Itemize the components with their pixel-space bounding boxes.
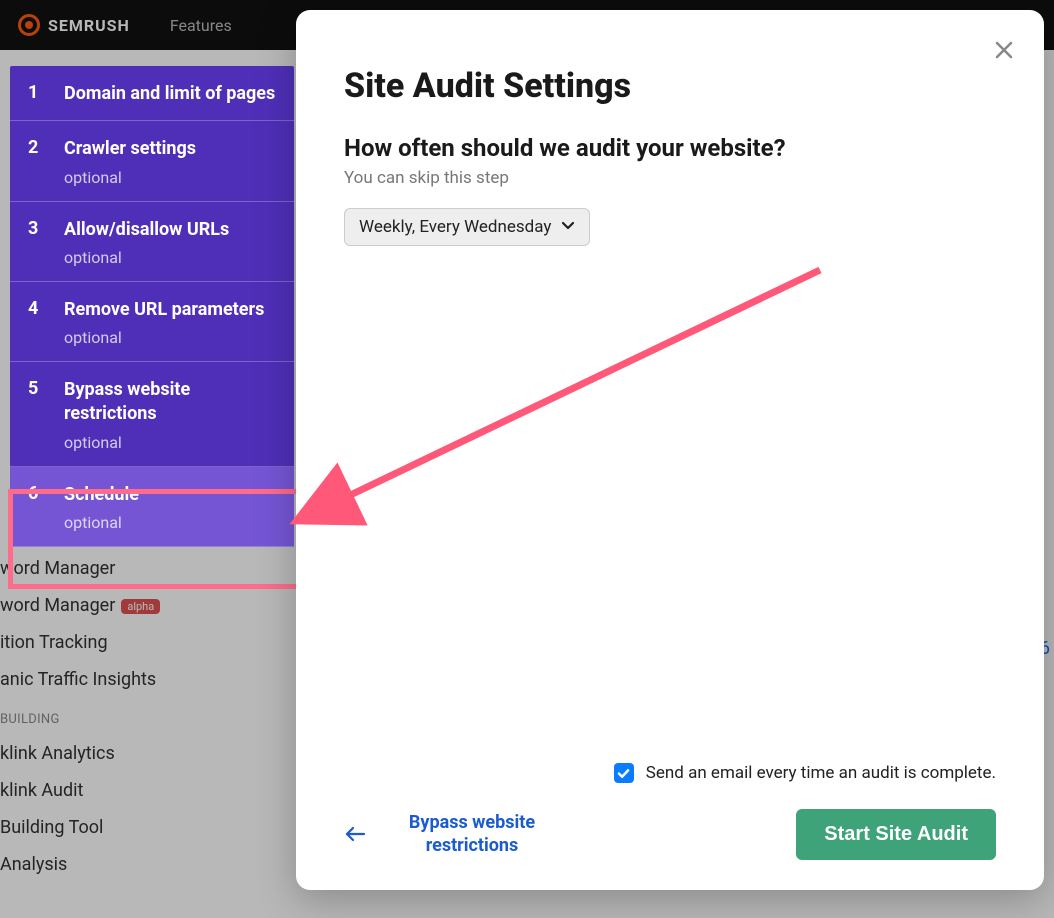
step-allow-disallow-urls[interactable]: 3 Allow/disallow URLs optional [10,202,294,282]
step-number: 5 [28,378,42,452]
step-title: Bypass website restrictions [64,378,276,427]
check-icon [617,767,630,780]
email-notify-row: Send an email every time an audit is com… [344,763,996,783]
back-link[interactable]: Bypass website restrictions [344,812,562,857]
step-subtitle: optional [64,168,276,187]
step-subtitle: optional [64,248,276,267]
step-crawler-settings[interactable]: 2 Crawler settings optional [10,121,294,201]
audit-frequency-select[interactable]: Weekly, Every Wednesday [344,208,590,246]
step-title: Allow/disallow URLs [64,218,276,242]
close-icon [992,38,1016,62]
step-title: Remove URL parameters [64,298,276,322]
email-notify-label: Send an email every time an audit is com… [646,763,996,783]
step-remove-url-parameters[interactable]: 4 Remove URL parameters optional [10,282,294,362]
arrow-left-icon [344,823,366,847]
step-schedule[interactable]: 6 Schedule optional [10,467,294,547]
step-domain-limit[interactable]: 1 Domain and limit of pages [10,66,294,121]
step-number: 4 [28,298,42,347]
modal-hint: You can skip this step [344,168,996,188]
step-title: Schedule [64,483,276,507]
step-subtitle: optional [64,328,276,347]
step-number: 3 [28,218,42,267]
step-number: 2 [28,137,42,186]
modal-title: Site Audit Settings [344,66,996,106]
step-subtitle: optional [64,433,276,452]
modal-question: How often should we audit your website? [344,134,996,162]
frequency-value: Weekly, Every Wednesday [359,217,551,237]
modal-footer: Send an email every time an audit is com… [344,763,996,860]
step-number: 1 [28,82,42,106]
back-link-label: Bypass website restrictions [382,812,562,857]
step-title: Crawler settings [64,137,276,161]
step-number: 6 [28,483,42,532]
steps-sidebar: 1 Domain and limit of pages 2 Crawler se… [10,66,294,547]
email-notify-checkbox[interactable] [614,763,634,783]
step-title: Domain and limit of pages [64,82,276,106]
start-site-audit-button[interactable]: Start Site Audit [796,809,996,860]
site-audit-settings-modal: Site Audit Settings How often should we … [296,10,1044,890]
chevron-down-icon [561,219,575,235]
step-subtitle: optional [64,513,276,532]
close-button[interactable] [992,38,1016,66]
step-bypass-restrictions[interactable]: 5 Bypass website restrictions optional [10,362,294,467]
